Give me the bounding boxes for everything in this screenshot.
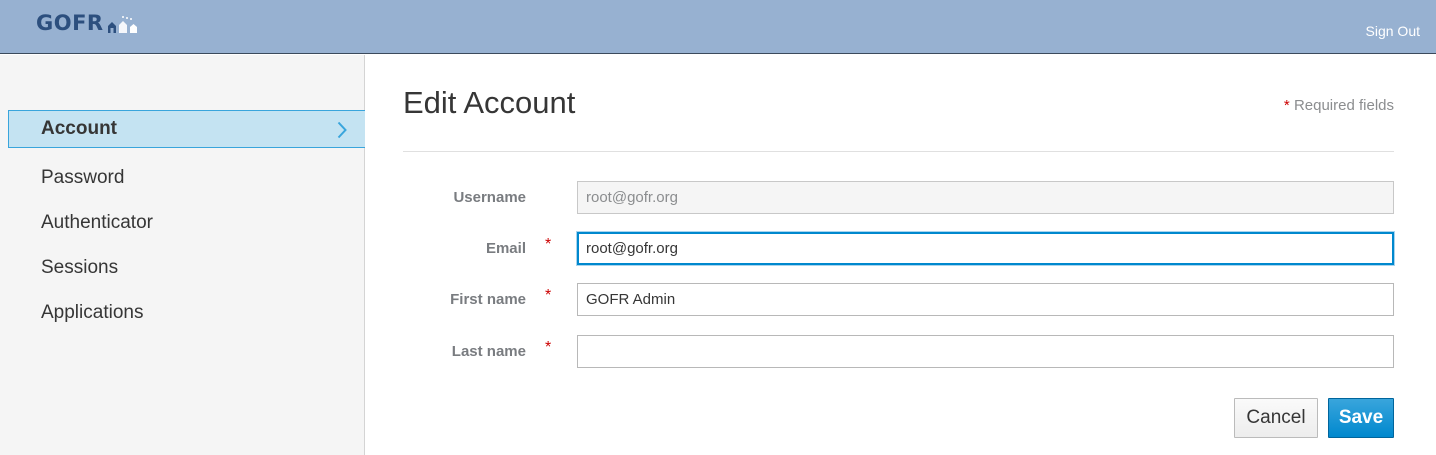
required-star: * <box>545 236 552 253</box>
sidebar-item-label: Password <box>41 166 125 188</box>
username-row: Username <box>403 181 1394 214</box>
email-row: Email * <box>403 232 1394 265</box>
first-name-label: First name <box>450 291 526 308</box>
house-logo-icon <box>106 14 140 34</box>
last-name-field[interactable] <box>577 335 1394 368</box>
sidebar-item-authenticator[interactable]: Authenticator <box>8 200 365 245</box>
required-fields-note: * Required fields <box>1284 97 1394 114</box>
sidebar-item-label: Applications <box>41 301 144 323</box>
sidebar-item-applications[interactable]: Applications <box>8 290 365 335</box>
required-star: * <box>1283 97 1290 114</box>
account-nav: Account Password Authenticator Sessions … <box>8 110 365 335</box>
divider <box>403 151 1394 152</box>
required-fields-text: Required fields <box>1293 97 1394 114</box>
sidebar-item-password[interactable]: Password <box>8 155 365 200</box>
sidebar-item-account[interactable]: Account <box>8 110 365 148</box>
save-button[interactable]: Save <box>1328 398 1394 438</box>
username-label: Username <box>453 189 526 206</box>
app-logo[interactable]: GOFR <box>36 11 140 35</box>
cancel-button[interactable]: Cancel <box>1234 398 1318 438</box>
last-name-row: Last name * <box>403 335 1394 368</box>
last-name-label: Last name <box>451 343 526 360</box>
first-name-field[interactable] <box>577 283 1394 316</box>
username-field <box>577 181 1394 214</box>
email-label: Email <box>485 240 526 257</box>
first-name-row: First name * <box>403 283 1394 316</box>
top-header: GOFR Sign Out <box>0 0 1436 54</box>
sidebar-item-label: Account <box>41 118 117 139</box>
sidebar-item-label: Authenticator <box>41 211 153 233</box>
sidebar: Account Password Authenticator Sessions … <box>0 55 365 455</box>
sidebar-item-sessions[interactable]: Sessions <box>8 245 365 290</box>
required-star: * <box>545 339 552 356</box>
chevron-right-icon <box>337 121 347 145</box>
sign-out-link[interactable]: Sign Out <box>1366 23 1420 39</box>
sidebar-item-label: Sessions <box>41 256 119 278</box>
required-star: * <box>545 287 552 304</box>
logo-text: GOFR <box>36 11 104 35</box>
page-title: Edit Account <box>403 85 576 120</box>
email-field[interactable] <box>577 232 1394 265</box>
